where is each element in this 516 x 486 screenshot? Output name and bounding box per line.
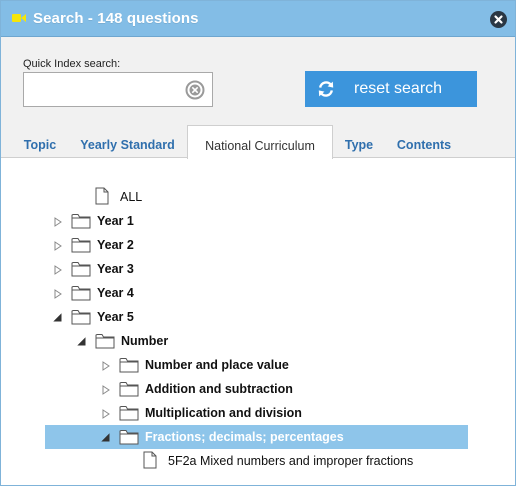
tab-label: Contents bbox=[396, 138, 452, 152]
tab-label: Type bbox=[344, 138, 374, 152]
collapse-arrow-icon[interactable] bbox=[76, 335, 88, 347]
reset-search-label: reset search bbox=[354, 80, 443, 97]
tree-node-year-5[interactable]: Year 5 bbox=[1, 305, 471, 329]
clear-icon[interactable] bbox=[185, 80, 205, 100]
tree-node-label: Year 1 bbox=[97, 214, 134, 228]
tree-node-label: Fractions; decimals; percentages bbox=[145, 430, 344, 444]
tree-node-multiplication-and-division[interactable]: Multiplication and division bbox=[1, 401, 471, 425]
folder-icon bbox=[71, 236, 91, 258]
tree-node-year-2[interactable]: Year 2 bbox=[1, 233, 471, 257]
tree-node-addition-and-subtraction[interactable]: Addition and subtraction bbox=[1, 377, 471, 401]
tree-node-label: Year 4 bbox=[97, 286, 134, 300]
reset-search-button[interactable]: reset search bbox=[305, 71, 477, 107]
expand-arrow-icon[interactable] bbox=[52, 239, 64, 251]
tree-node-all[interactable]: ALL bbox=[1, 185, 471, 209]
file-icon bbox=[143, 451, 157, 474]
tree-node-label: Addition and subtraction bbox=[145, 382, 293, 396]
tab-type[interactable]: Type bbox=[338, 125, 380, 159]
tab-bar: Topic Yearly Standard National Curriculu… bbox=[1, 125, 515, 160]
tree-node-number[interactable]: Number bbox=[1, 329, 471, 353]
tab-label: National Curriculum bbox=[205, 139, 315, 153]
tree-node-number-and-place-value[interactable]: Number and place value bbox=[1, 353, 471, 377]
close-button[interactable] bbox=[490, 11, 507, 28]
tab-topic[interactable]: Topic bbox=[15, 125, 65, 159]
expand-arrow-icon[interactable] bbox=[52, 215, 64, 227]
tab-contents[interactable]: Contents bbox=[389, 125, 459, 159]
tab-yearly-standard[interactable]: Yearly Standard bbox=[73, 125, 182, 159]
tree-node-label: 5F2a Mixed numbers and improper fraction… bbox=[168, 454, 414, 468]
tree-node-label: Number and place value bbox=[145, 358, 289, 372]
collapse-arrow-icon[interactable] bbox=[52, 311, 64, 323]
expand-arrow-icon[interactable] bbox=[52, 263, 64, 275]
tree-node-year-3[interactable]: Year 3 bbox=[1, 257, 471, 281]
folder-icon bbox=[119, 404, 139, 426]
expand-arrow-icon[interactable] bbox=[100, 407, 112, 419]
close-icon bbox=[494, 15, 503, 24]
file-icon bbox=[95, 187, 109, 210]
folder-icon bbox=[119, 428, 139, 450]
tree-node-label: ALL bbox=[120, 190, 143, 204]
tab-national-curriculum[interactable]: National Curriculum bbox=[187, 125, 333, 160]
tab-label: Yearly Standard bbox=[80, 138, 175, 152]
expand-arrow-icon[interactable] bbox=[52, 287, 64, 299]
quick-index-label: Quick Index search: bbox=[23, 58, 121, 70]
tab-label: Topic bbox=[23, 138, 57, 152]
tree-node-fractions-decimals-percentages[interactable]: Fractions; decimals; percentages bbox=[45, 425, 468, 449]
dialog-title: Search - 148 questions bbox=[33, 10, 199, 27]
tree-node-label: Year 3 bbox=[97, 262, 134, 276]
tree-node-label: Year 5 bbox=[97, 310, 134, 324]
folder-icon bbox=[71, 212, 91, 234]
expand-arrow-icon[interactable] bbox=[100, 359, 112, 371]
folder-icon bbox=[119, 380, 139, 402]
folder-icon bbox=[71, 260, 91, 282]
folder-icon bbox=[71, 284, 91, 306]
tree-node-label: Multiplication and division bbox=[145, 406, 302, 420]
tree-node-year-4[interactable]: Year 4 bbox=[1, 281, 471, 305]
title-bar: Search - 148 questions bbox=[1, 1, 515, 37]
tree-node-label: Number bbox=[121, 334, 169, 348]
tree-node-5f2a-mixed-numbers-and-improper-fractions[interactable]: 5F2a Mixed numbers and improper fraction… bbox=[1, 449, 471, 473]
folder-icon bbox=[95, 332, 115, 354]
tree-node-year-1[interactable]: Year 1 bbox=[1, 209, 471, 233]
folder-icon bbox=[119, 356, 139, 378]
tree-node-label: Year 2 bbox=[97, 238, 134, 252]
expand-arrow-icon[interactable] bbox=[100, 383, 112, 395]
refresh-icon bbox=[318, 81, 334, 97]
search-dialog: Search - 148 questions Quick Index searc… bbox=[0, 0, 516, 486]
folder-icon bbox=[71, 308, 91, 330]
curriculum-tree: ALL Year 1 Year 2 Year 3 Year 4 Year 5 Number N… bbox=[1, 159, 515, 485]
video-camera-icon bbox=[12, 14, 26, 22]
collapse-arrow-icon[interactable] bbox=[100, 431, 112, 443]
